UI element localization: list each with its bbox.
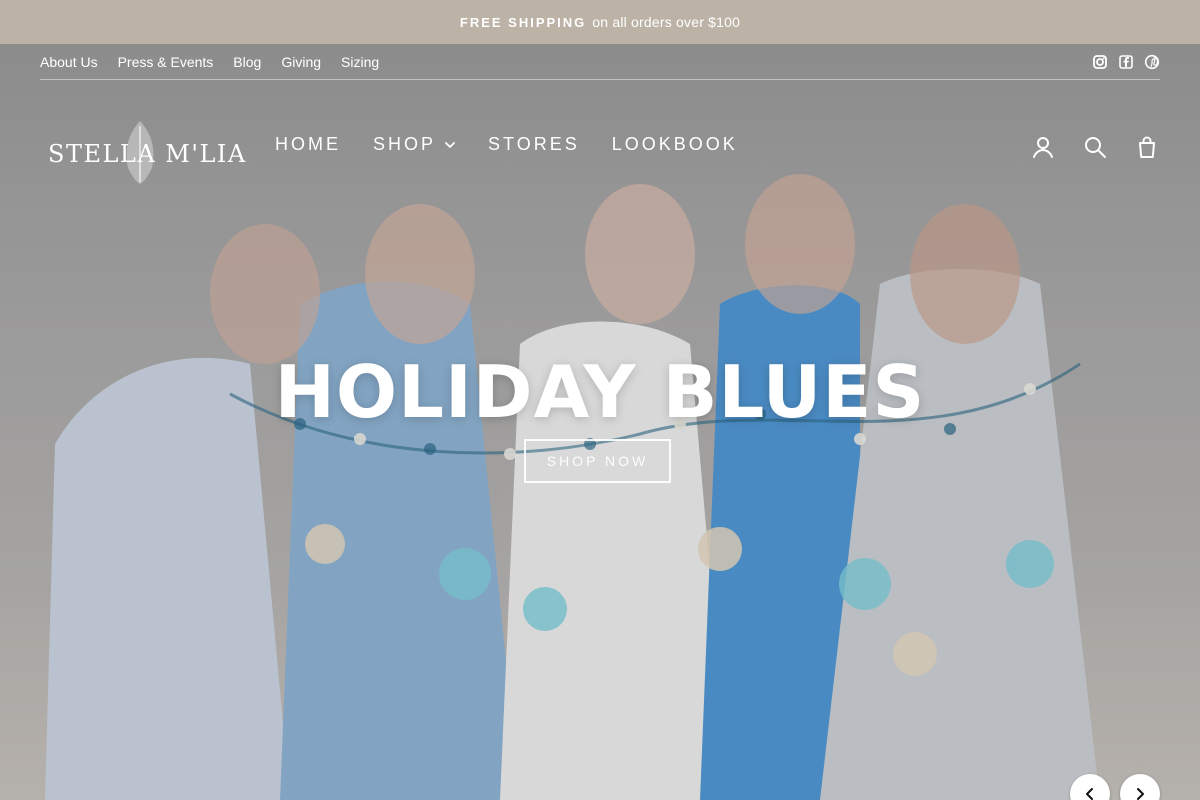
nav-shop[interactable]: SHOP [373,134,456,155]
announcement-text: on all orders over $100 [592,14,741,30]
utility-link-blog[interactable]: Blog [233,54,261,70]
utility-link-giving[interactable]: Giving [281,54,321,70]
account-icon[interactable] [1030,134,1056,160]
announcement-strong: FREE SHIPPING [459,14,587,30]
hero-banner[interactable]: About Us Press & Events Blog Giving Sizi… [0,44,1200,800]
nav-stores-label: STORES [488,134,580,154]
instagram-icon[interactable] [1092,54,1108,70]
slider-controls [1070,774,1160,800]
announcement-bar: FREE SHIPPING on all orders over $100 [0,0,1200,44]
nav-lookbook-label: LOOKBOOK [611,134,738,154]
chevron-right-icon[interactable] [1120,774,1160,800]
cart-icon[interactable] [1134,134,1160,160]
utility-link-about-us[interactable]: About Us [40,54,98,70]
logo-text: STELLA M'LIA [48,140,247,168]
search-icon[interactable] [1082,134,1108,160]
nav-shop-label: SHOP [373,134,437,154]
facebook-icon[interactable] [1118,54,1134,70]
chevron-left-icon[interactable] [1070,774,1110,800]
header-actions [1030,134,1160,160]
chevron-down-icon [445,141,455,148]
social-links [1092,54,1160,70]
utility-nav: About Us Press & Events Blog Giving Sizi… [40,44,1160,80]
utility-links: About Us Press & Events Blog Giving Sizi… [40,54,379,70]
hero-headline: HOLIDAY BLUES [274,350,926,434]
shop-now-button[interactable]: SHOP NOW [524,439,671,483]
pinterest-icon[interactable] [1144,54,1160,70]
nav-lookbook[interactable]: LOOKBOOK [612,134,738,155]
nav-home-label: HOME [275,134,341,154]
primary-links: HOME SHOP STORES LOOKBOOK [275,134,738,155]
nav-stores[interactable]: STORES [488,134,580,155]
utility-link-press-events[interactable]: Press & Events [118,54,214,70]
main-nav: STELLA M'LIA HOME SHOP STORES LOOKBOOK [0,104,1200,192]
nav-home[interactable]: HOME [275,134,341,155]
brand-logo[interactable]: STELLA M'LIA [48,112,245,188]
utility-link-sizing[interactable]: Sizing [341,54,379,70]
